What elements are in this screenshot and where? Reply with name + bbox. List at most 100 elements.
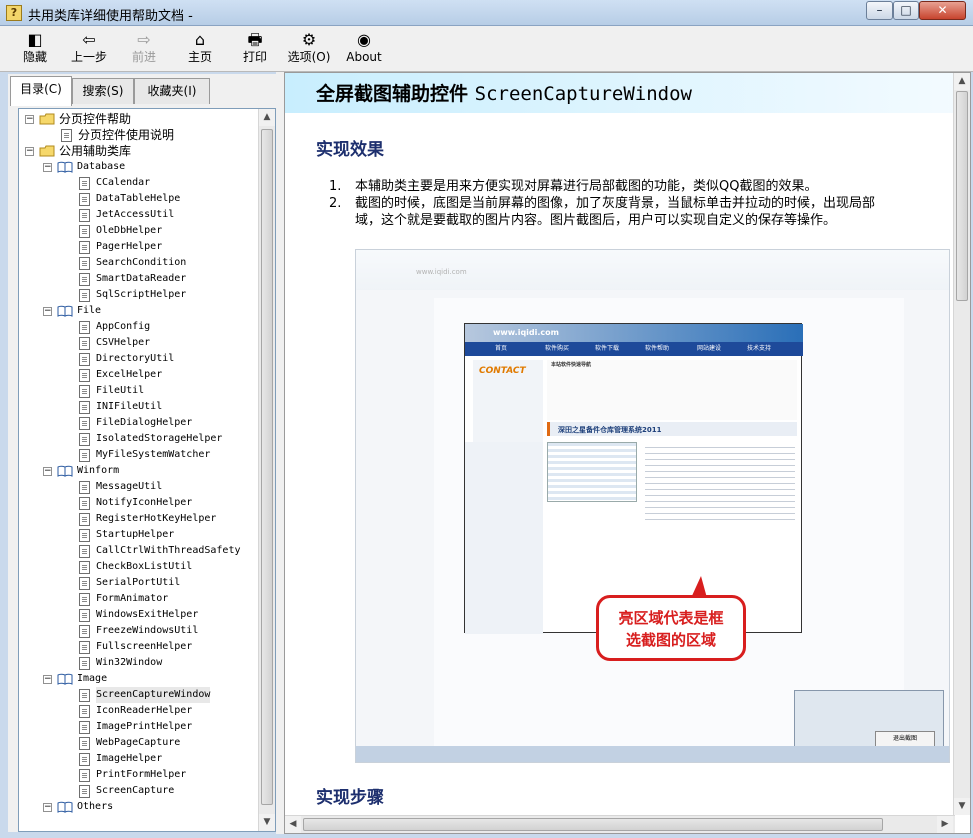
tree-row[interactable]: SmartDataReader [19, 271, 259, 287]
forward-button[interactable]: ⇨ 前进 [120, 30, 168, 64]
tree-row[interactable]: AppConfig [19, 319, 259, 335]
back-button[interactable]: ⇦ 上一步 [65, 30, 113, 64]
tree-row[interactable]: CCalendar [19, 175, 259, 191]
tree-row[interactable]: NotifyIconHelper [19, 495, 259, 511]
page-icon [79, 721, 90, 734]
tree-row[interactable]: FileUtil [19, 383, 259, 399]
tree-collapse-icon[interactable]: − [43, 163, 52, 172]
tree-collapse-icon[interactable]: − [43, 467, 52, 476]
tree-item-label: SmartDataReader [96, 273, 187, 284]
tree-row[interactable]: FullscreenHelper [19, 639, 259, 655]
tree-item-label: PrintFormHelper [96, 769, 187, 780]
tree-row[interactable]: SearchCondition [19, 255, 259, 271]
about-button[interactable]: ◉ About [340, 30, 388, 64]
tree-row[interactable]: − 分页控件帮助 [19, 111, 259, 127]
pane-splitter[interactable] [276, 72, 284, 834]
tree-row[interactable]: FormAnimator [19, 591, 259, 607]
content-scroll-thumb[interactable] [956, 91, 968, 301]
hide-button[interactable]: ◧ 隐藏 [11, 30, 59, 64]
software-thumbnail [547, 442, 637, 502]
page-icon [79, 657, 90, 670]
home-label: 主页 [187, 50, 212, 64]
tree-scroll-thumb[interactable] [261, 129, 273, 805]
tree-item-label: PagerHelper [96, 241, 163, 252]
tree-row[interactable]: JetAccessUtil [19, 207, 259, 223]
tree-row[interactable]: OleDbHelper [19, 223, 259, 239]
maximize-button[interactable]: □ [893, 1, 919, 20]
tree-collapse-icon[interactable]: − [43, 803, 52, 812]
page-icon [79, 705, 90, 718]
tree-item-label: ImageHelper [96, 753, 163, 764]
tree-row[interactable]: ImageHelper [19, 751, 259, 767]
tree-collapse-icon[interactable]: − [25, 115, 34, 124]
tree-collapse-icon[interactable]: − [43, 675, 52, 684]
tree-collapse-icon[interactable]: − [43, 307, 52, 316]
tree-scrollbar[interactable]: ▲ ▼ [258, 109, 275, 831]
tree-row[interactable]: INIFileUtil [19, 399, 259, 415]
tree-row[interactable]: CallCtrlWithThreadSafety [19, 543, 259, 559]
tree-item-label: 公用辅助类库 [59, 144, 132, 158]
page-icon [79, 385, 90, 398]
tree-collapse-icon[interactable]: − [25, 147, 34, 156]
tree-row[interactable]: − 公用辅助类库 [19, 143, 259, 159]
tree-row[interactable]: StartupHelper [19, 527, 259, 543]
options-label: 选项(O) [287, 50, 331, 64]
tree-row[interactable]: 分页控件使用说明 [19, 127, 259, 143]
tree-row[interactable]: PagerHelper [19, 239, 259, 255]
close-button[interactable]: ✕ [919, 1, 966, 20]
tree-row[interactable]: MessageUtil [19, 479, 259, 495]
tree-row[interactable]: − Image [19, 671, 259, 687]
tree-row[interactable]: FreezeWindowsUtil [19, 623, 259, 639]
section-heading-steps: 实现步骤 [316, 788, 384, 808]
tree-row[interactable]: Win32Window [19, 655, 259, 671]
tree-row[interactable]: WebPageCapture [19, 735, 259, 751]
tree-row[interactable]: − Database [19, 159, 259, 175]
tree-row[interactable]: − File [19, 303, 259, 319]
page-icon [79, 753, 90, 766]
tree-item-label: Image [77, 673, 108, 684]
tree-row[interactable]: ScreenCapture [19, 783, 259, 799]
tree-row[interactable]: FileDialogHelper [19, 415, 259, 431]
tree-row[interactable]: WindowsExitHelper [19, 607, 259, 623]
scroll-up-arrow-icon[interactable]: ▲ [259, 109, 275, 126]
tree-row[interactable]: ImagePrintHelper [19, 719, 259, 735]
content-horizontal-scrollbar[interactable]: ◀ ▶ [285, 815, 955, 833]
capture-region[interactable]: www.iqidi.com 首页 软件购买 软件下载 软件帮助 网站建设 技术支… [464, 323, 803, 634]
content-scroll-up-icon[interactable]: ▲ [954, 73, 970, 90]
print-button[interactable]: 🖶 打印 [231, 30, 279, 64]
tab-search[interactable]: 搜索(S) [72, 78, 134, 104]
content-hscroll-thumb[interactable] [303, 818, 883, 831]
exit-capture-button[interactable]: 退出截图 [875, 731, 935, 747]
tree-row[interactable]: SerialPortUtil [19, 575, 259, 591]
options-icon: ⚙ [301, 30, 317, 49]
tab-favorites[interactable]: 收藏夹(I) [134, 78, 210, 104]
tab-contents[interactable]: 目录(C) [10, 76, 72, 106]
tree-row[interactable]: − Winform [19, 463, 259, 479]
minimize-button[interactable]: – [866, 1, 893, 20]
tree-row[interactable]: CheckBoxListUtil [19, 559, 259, 575]
page-icon [79, 737, 90, 750]
tree-row[interactable]: − Others [19, 799, 259, 815]
home-button[interactable]: ⌂ 主页 [176, 30, 224, 64]
options-button[interactable]: ⚙ 选项(O) [285, 30, 333, 64]
tree-row[interactable]: PrintFormHelper [19, 767, 259, 783]
tree-row[interactable]: SqlScriptHelper [19, 287, 259, 303]
content-vertical-scrollbar[interactable]: ▲ ▼ [953, 73, 970, 815]
content-scroll-down-icon[interactable]: ▼ [954, 798, 970, 815]
page-icon [79, 641, 90, 654]
tree-row[interactable]: DirectoryUtil [19, 351, 259, 367]
tree-row[interactable]: IconReaderHelper [19, 703, 259, 719]
content-scroll-right-icon[interactable]: ▶ [937, 816, 953, 833]
tree-row[interactable]: RegisterHotKeyHelper [19, 511, 259, 527]
tree-row[interactable]: MyFileSystemWatcher [19, 447, 259, 463]
tree-row[interactable]: ExcelHelper [19, 367, 259, 383]
scroll-down-arrow-icon[interactable]: ▼ [259, 814, 275, 831]
tree-row[interactable]: DataTableHelpe [19, 191, 259, 207]
content-scroll-left-icon[interactable]: ◀ [285, 816, 301, 833]
tree-item-label: ExcelHelper [96, 369, 163, 380]
page-icon [79, 625, 90, 638]
tree-row[interactable]: ScreenCaptureWindow [19, 687, 259, 703]
tree-item-label: INIFileUtil [96, 401, 163, 412]
tree-row[interactable]: IsolatedStorageHelper [19, 431, 259, 447]
tree-row[interactable]: CSVHelper [19, 335, 259, 351]
